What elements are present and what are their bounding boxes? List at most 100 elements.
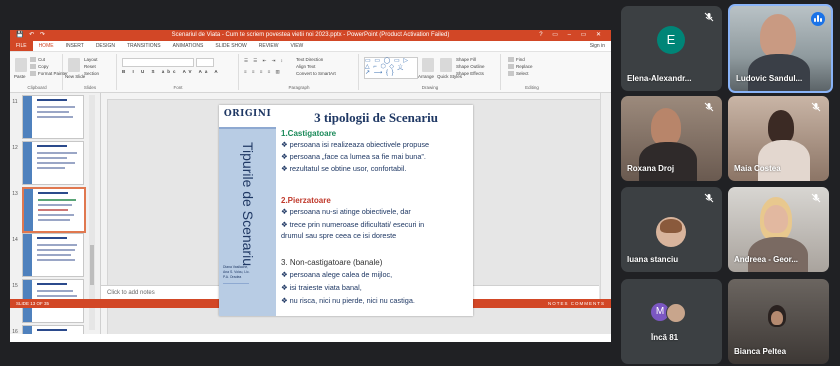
participant-name: Ludovic Sandul... bbox=[736, 74, 803, 83]
arrange-icon[interactable] bbox=[422, 58, 434, 72]
thumb-number: 12 bbox=[12, 145, 18, 151]
reset-button[interactable]: Reset bbox=[84, 64, 96, 69]
font-size-box[interactable] bbox=[196, 58, 214, 67]
horizontal-ruler bbox=[101, 93, 611, 100]
new-slide-icon[interactable] bbox=[68, 58, 80, 72]
section-castigatoare-heading: 1.Castigatoare bbox=[281, 129, 337, 138]
clipboard-label: Clipboard bbox=[27, 85, 47, 90]
paste-icon[interactable] bbox=[15, 58, 27, 72]
participant-tile[interactable]: Andreea - Geor... bbox=[728, 187, 829, 272]
tab-transitions[interactable]: TRANSITIONS bbox=[121, 41, 167, 51]
list-buttons[interactable]: ☰ ☰ ⇤ ⇥ ↕ bbox=[244, 58, 285, 64]
window-controls[interactable]: ? ▭ – ▭ ✕ bbox=[539, 30, 605, 41]
bullet-item: ❖ persoana „face ca lumea sa fie mai bun… bbox=[281, 152, 426, 161]
participant-tile[interactable]: Bianca Peltea bbox=[728, 279, 829, 364]
slide-thumbnail[interactable] bbox=[22, 141, 84, 185]
find-button[interactable]: Find bbox=[508, 57, 525, 63]
thumb-number: 13 bbox=[12, 191, 18, 197]
participant-name: Elena-Alexandr... bbox=[627, 74, 692, 83]
shape-fill-button[interactable]: Shape Fill bbox=[456, 57, 476, 62]
paste-button[interactable]: Paste bbox=[14, 74, 26, 79]
align-text-button[interactable]: Align Text bbox=[296, 64, 315, 69]
participant-name: Bianca Peltea bbox=[734, 347, 787, 356]
shape-outline-button[interactable]: Shape Outline bbox=[456, 64, 485, 69]
section-pierzatoare-heading: 2.Pierzatoare bbox=[281, 196, 331, 205]
select-button[interactable]: Select bbox=[508, 71, 529, 77]
editor-scrollbar[interactable] bbox=[600, 93, 611, 299]
new-slide-button[interactable]: New Slide bbox=[65, 74, 85, 79]
font-label: Font bbox=[173, 85, 183, 90]
ppt-title-bar: 💾 ↶ ↷ Scenariul de Viata - Cum te scriem… bbox=[10, 30, 611, 41]
thumb-number: 11 bbox=[12, 99, 18, 105]
scroll-thumb[interactable] bbox=[90, 245, 94, 285]
slide-thumbnail[interactable] bbox=[22, 325, 84, 334]
font-name-box[interactable] bbox=[122, 58, 194, 67]
participant-tile[interactable]: E Elena-Alexandr... bbox=[621, 6, 722, 91]
section-non-castigatoare-heading: 3. Non-castigatoare (banale) bbox=[281, 258, 383, 267]
shapes-gallery[interactable]: ▭ ▭ ◯ ▭ ▷ △ ⌐ ⬡ ◇ ☆ ↗ ⟶ { } ⌒ bbox=[364, 57, 418, 79]
ribbon-tabs: FILE HOME INSERT DESIGN TRANSITIONS ANIMATION… bbox=[10, 41, 611, 52]
tab-file[interactable]: FILE bbox=[10, 41, 33, 51]
mic-off-icon bbox=[704, 102, 714, 112]
participant-tile-active-speaker[interactable]: Ludovic Sandul... bbox=[728, 4, 833, 93]
thumb-number: 14 bbox=[12, 237, 18, 243]
bullet-item: ❖ persoana nu-si atinge obiectivele, dar bbox=[281, 207, 411, 216]
participant-video bbox=[760, 14, 796, 58]
participant-tile[interactable]: Roxana Droj bbox=[621, 96, 722, 181]
more-participants-count: Încă 81 bbox=[651, 333, 679, 342]
bullet-item: drumul sau spre ceea ce isi doreste bbox=[281, 231, 397, 240]
current-slide[interactable]: ORIGINI Tipurile de Scenariu Diana Vasil… bbox=[219, 105, 473, 316]
font-group: B I U S abc AV Aa A Font bbox=[118, 54, 239, 90]
slide-thumbnail-selected[interactable] bbox=[22, 187, 86, 233]
drawing-group: ▭ ▭ ◯ ▭ ▷ △ ⌐ ⬡ ◇ ☆ ↗ ⟶ { } ⌒ Arrange Quic… bbox=[360, 54, 501, 90]
tab-design[interactable]: DESIGN bbox=[90, 41, 121, 51]
copy-button[interactable]: Copy bbox=[30, 64, 49, 70]
participant-video bbox=[768, 110, 794, 144]
text-direction-button[interactable]: Text Direction bbox=[296, 57, 323, 62]
bullet-item: ❖ rezultatul se obtine usor, confortabil… bbox=[281, 164, 407, 173]
slides-group: New Slide Layout Reset Section Slides bbox=[64, 54, 117, 90]
align-buttons[interactable]: ≡ ≡ ≡ ≡ ▥ bbox=[244, 69, 282, 75]
tab-home[interactable]: HOME bbox=[33, 41, 60, 51]
mic-off-icon bbox=[704, 193, 714, 203]
arrange-button[interactable]: Arrange bbox=[418, 74, 434, 79]
slide-credits: Diana Vasilache, Ana S. Voicu, Lic. P.A.… bbox=[223, 265, 273, 287]
slide-thumbnail[interactable] bbox=[22, 233, 84, 277]
replace-icon bbox=[508, 64, 514, 70]
paragraph-group: ☰ ☰ ⇤ ⇥ ↕ ≡ ≡ ≡ ≡ ▥ Text Direction Align… bbox=[240, 54, 359, 90]
status-right-controls[interactable]: NOTES COMMENTS bbox=[548, 299, 605, 308]
sign-in-link[interactable]: Sign in bbox=[590, 41, 605, 51]
font-format-buttons[interactable]: B I U S abc AV Aa A bbox=[122, 69, 221, 74]
convert-smartart-button[interactable]: Convert to SmartArt bbox=[296, 71, 336, 76]
mic-off-icon bbox=[811, 102, 821, 112]
cut-button[interactable]: Cut bbox=[30, 57, 45, 63]
ribbon-home: Paste Cut Copy Format Painter Clipboard … bbox=[10, 52, 611, 93]
tab-review[interactable]: REVIEW bbox=[253, 41, 285, 51]
copy-icon bbox=[30, 64, 36, 70]
bullet-item: ❖ trece prin numeroase dificultati/ esec… bbox=[281, 220, 425, 229]
scissors-icon bbox=[30, 57, 36, 63]
more-participants-tile[interactable]: M Încă 81 bbox=[621, 279, 722, 364]
shape-effects-button[interactable]: Shape Effects bbox=[456, 71, 484, 76]
replace-button[interactable]: Replace bbox=[508, 64, 533, 70]
select-icon bbox=[508, 71, 514, 77]
layout-button[interactable]: Layout bbox=[84, 57, 98, 62]
tab-animations[interactable]: ANIMATIONS bbox=[167, 41, 210, 51]
tab-view[interactable]: VIEW bbox=[285, 41, 310, 51]
quick-styles-icon[interactable] bbox=[440, 58, 452, 72]
thumbnail-scrollbar[interactable] bbox=[89, 95, 95, 330]
participant-tile[interactable]: Maia Costea bbox=[728, 96, 829, 181]
bullet-item: ❖ persoana isi realizeaza obiectivele pr… bbox=[281, 140, 430, 149]
origini-logo: ORIGINI bbox=[219, 105, 276, 129]
slide-title: 3 tipologii de Scenariu bbox=[314, 110, 438, 125]
participant-tile[interactable]: Iuana stanciu bbox=[621, 187, 722, 272]
bullet-item: ❖ isi traieste viata banal, bbox=[281, 283, 362, 292]
section-button[interactable]: Section bbox=[84, 71, 99, 76]
mic-off-icon bbox=[811, 193, 821, 203]
tab-slide-show[interactable]: SLIDE SHOW bbox=[209, 41, 252, 51]
bullet-item: ❖ persoana alege calea de mijloc, bbox=[281, 270, 393, 279]
tab-insert[interactable]: INSERT bbox=[60, 41, 90, 51]
format-painter-button[interactable]: Format Painter bbox=[30, 71, 68, 77]
slide-thumbnail[interactable] bbox=[22, 95, 84, 139]
clipboard-group: Paste Cut Copy Format Painter Clipboard bbox=[12, 54, 68, 90]
